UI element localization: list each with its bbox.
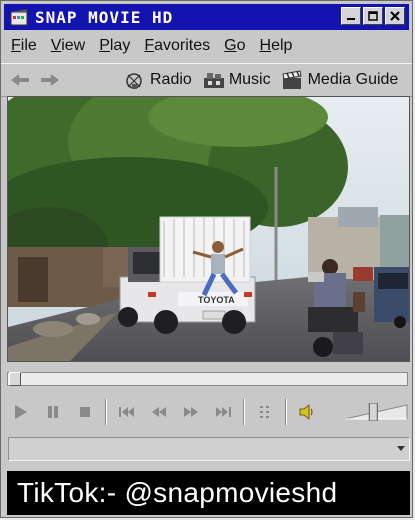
window-controls xyxy=(341,7,405,25)
video-frame-image: TOYOTA xyxy=(8,97,409,361)
menu-go-accel: G xyxy=(224,37,237,54)
menu-play-label: lay xyxy=(109,37,131,54)
menu-favorites[interactable]: Favorites xyxy=(144,37,210,59)
close-button[interactable] xyxy=(385,7,405,25)
menu-favorites-label: avorites xyxy=(154,37,211,54)
menu-go[interactable]: Go xyxy=(224,37,245,59)
music-icon xyxy=(202,70,224,90)
menu-play-accel: P xyxy=(99,37,110,54)
title-bar[interactable]: SNAP MOVIE HD xyxy=(4,4,409,30)
skip-forward-button[interactable] xyxy=(211,401,235,423)
forward-arrow-icon[interactable] xyxy=(39,70,61,90)
volume-thumb[interactable] xyxy=(368,402,378,422)
minimize-button[interactable] xyxy=(341,7,361,25)
menu-play[interactable]: Play xyxy=(99,37,130,59)
menu-favorites-accel: F xyxy=(144,37,155,54)
menu-file[interactable]: File xyxy=(11,37,37,59)
menu-bar: File View Play Favorites Go Help xyxy=(5,37,300,59)
player-window: SNAP MOVIE HD File View Play Favorites G… xyxy=(0,0,413,518)
menu-view-label: iew xyxy=(61,37,86,54)
dropdown-arrow-icon[interactable] xyxy=(397,446,405,451)
skip-back-button[interactable] xyxy=(115,401,139,423)
playlist-button[interactable] xyxy=(253,401,277,423)
menu-go-label: o xyxy=(236,37,246,54)
radio-icon xyxy=(123,70,145,90)
menu-help-accel: H xyxy=(259,37,272,54)
playback-controls xyxy=(1,397,412,427)
svg-text:TOYOTA: TOYOTA xyxy=(198,295,235,305)
window-title: SNAP MOVIE HD xyxy=(35,7,174,27)
fast-forward-button[interactable] xyxy=(179,401,203,423)
menu-file-label: ile xyxy=(20,37,37,54)
media-guide-button[interactable]: Media Guide xyxy=(281,70,399,90)
music-label: Music xyxy=(228,71,271,88)
stop-button[interactable] xyxy=(73,401,97,423)
menu-view[interactable]: View xyxy=(51,37,85,59)
controls-separator-2 xyxy=(243,399,245,425)
seek-thumb[interactable] xyxy=(9,372,21,386)
rewind-button[interactable] xyxy=(147,401,171,423)
clapperboard-icon xyxy=(281,70,303,90)
seek-bar[interactable] xyxy=(7,372,408,386)
video-frame[interactable]: TOYOTA xyxy=(7,96,410,362)
menu-help-label: elp xyxy=(271,37,293,54)
media-guide-label: Media Guide xyxy=(307,71,399,88)
app-icon xyxy=(9,7,29,27)
caption-text: TikTok:- @snapmovieshd xyxy=(17,477,338,508)
status-bar[interactable] xyxy=(8,437,410,461)
watermark-caption: TikTok:- @snapmovieshd xyxy=(7,471,410,515)
speaker-icon[interactable] xyxy=(295,401,319,423)
volume-slider[interactable] xyxy=(343,402,409,422)
controls-separator xyxy=(105,399,107,425)
play-button[interactable] xyxy=(9,401,33,423)
controls-separator-3 xyxy=(285,399,287,425)
menu-view-accel: V xyxy=(50,37,62,54)
back-arrow-icon[interactable] xyxy=(9,70,31,90)
menu-help[interactable]: Help xyxy=(260,37,293,59)
menu-file-accel: F xyxy=(11,37,21,54)
music-button[interactable]: Music xyxy=(202,70,271,90)
pause-button[interactable] xyxy=(41,401,65,423)
radio-button[interactable]: Radio xyxy=(123,70,192,90)
toolbar: Radio Music Media Guide xyxy=(1,63,412,97)
radio-label: Radio xyxy=(150,71,192,88)
maximize-button[interactable] xyxy=(363,7,383,25)
